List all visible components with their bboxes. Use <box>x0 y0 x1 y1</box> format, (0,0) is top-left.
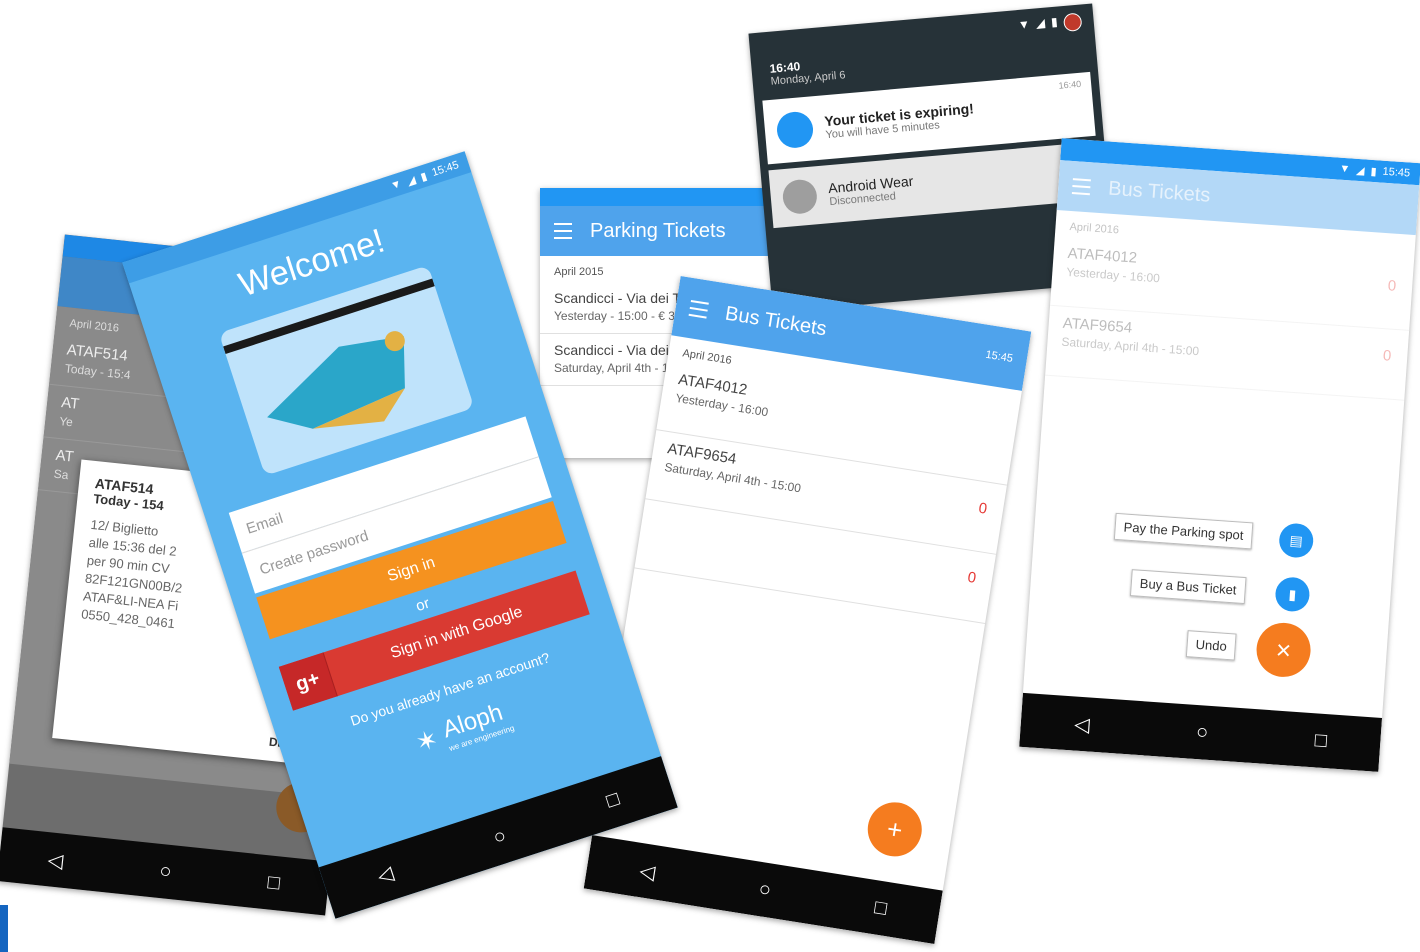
page-title: Bus Tickets <box>1107 177 1212 207</box>
status-time: 15:45 <box>984 348 1014 365</box>
signal-icon: ◢ <box>405 173 418 188</box>
back-icon[interactable]: ◁ <box>47 847 65 873</box>
menu-icon[interactable] <box>688 299 709 319</box>
list-header: April 2015 <box>554 266 604 278</box>
undo-button[interactable]: Undo <box>1185 630 1237 661</box>
home-icon[interactable]: ○ <box>491 824 510 850</box>
recent-apps-icon[interactable]: □ <box>1314 729 1328 753</box>
status-time: 15:45 <box>1382 165 1411 180</box>
recent-apps-icon[interactable]: □ <box>604 787 623 813</box>
email-placeholder: Email <box>244 509 285 538</box>
android-wear-icon <box>781 178 819 216</box>
wifi-icon: ▼ <box>389 177 404 193</box>
notification-time: 16:40 <box>1058 78 1082 91</box>
buy-bus-label[interactable]: Buy a Bus Ticket <box>1129 569 1247 605</box>
ticket-icon <box>775 110 815 150</box>
battery-icon: ▮ <box>1370 165 1378 178</box>
ticket-list-dimmed: April 2016 ATAF4012 Yesterday - 16:00 0 … <box>1045 210 1416 401</box>
status-time: 15:45 <box>430 159 461 180</box>
home-icon[interactable]: ○ <box>757 877 772 902</box>
wifi-icon: ▼ <box>1338 162 1351 176</box>
back-icon[interactable]: ◁ <box>638 858 657 885</box>
phone-bus-tickets-menu: ▼ ◢ ▮ 15:45 Bus Tickets April 2016 ATAF4… <box>1019 138 1420 772</box>
bus-action-icon[interactable]: ▮ <box>1274 576 1311 613</box>
page-title: Parking Tickets <box>590 219 726 242</box>
google-plus-icon: g+ <box>278 652 338 711</box>
aloph-star-icon: ✶ <box>411 723 442 759</box>
back-icon[interactable]: ◁ <box>374 860 396 889</box>
delete-icon[interactable]: 0 <box>966 569 977 587</box>
close-fab[interactable]: × <box>1254 621 1313 679</box>
signal-icon: ◢ <box>1035 15 1046 31</box>
menu-icon[interactable] <box>1071 178 1091 196</box>
navigation-bar: ◁ ○ □ <box>0 827 331 916</box>
home-icon[interactable]: ○ <box>158 859 172 883</box>
avatar[interactable] <box>1062 12 1083 33</box>
delete-icon[interactable]: 0 <box>1382 347 1392 365</box>
navigation-bar: ◁ ○ □ <box>1019 692 1383 772</box>
pay-parking-label[interactable]: Pay the Parking spot <box>1113 512 1254 550</box>
battery-icon: ▮ <box>1050 14 1059 30</box>
status-bar <box>540 188 800 206</box>
parking-action-icon[interactable]: ▤ <box>1278 522 1315 559</box>
recent-apps-icon[interactable]: □ <box>873 896 888 921</box>
recent-apps-icon[interactable]: □ <box>267 871 281 895</box>
back-icon[interactable]: ◁ <box>1073 711 1091 737</box>
toolbar: Parking Tickets <box>540 206 800 256</box>
page-title: Bus Tickets <box>723 302 829 340</box>
home-icon[interactable]: ○ <box>1195 721 1209 745</box>
battery-icon: ▮ <box>419 169 429 184</box>
signal-icon: ◢ <box>1355 164 1365 177</box>
delete-icon[interactable]: 0 <box>1387 277 1397 295</box>
add-ticket-fab[interactable]: + <box>863 798 926 861</box>
menu-icon[interactable] <box>554 223 572 239</box>
corner-accent <box>0 905 8 952</box>
wifi-icon: ▼ <box>1017 17 1031 33</box>
